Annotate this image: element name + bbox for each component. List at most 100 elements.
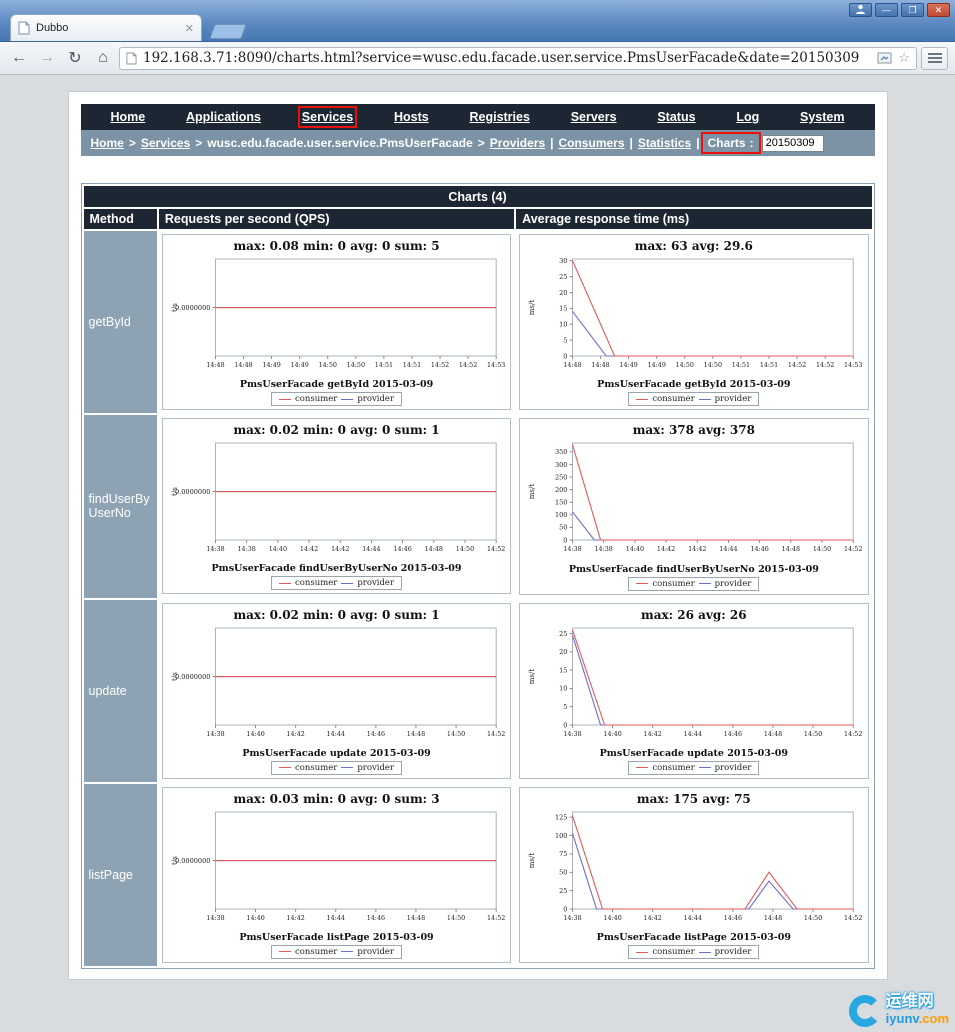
breadcrumb-home[interactable]: Home (91, 136, 124, 150)
consumer-dash-icon (636, 951, 649, 953)
main-nav: Home Applications Services Hosts Registr… (80, 104, 875, 130)
svg-text:14:50: 14:50 (676, 361, 694, 369)
svg-text:14:44: 14:44 (684, 914, 702, 922)
nav-item-hosts[interactable]: Hosts (394, 110, 429, 124)
tab-close-icon[interactable]: ✕ (185, 22, 194, 35)
breadcrumb-separator: > (195, 136, 203, 150)
date-input[interactable] (761, 134, 824, 152)
svg-text:25: 25 (559, 887, 567, 895)
maximize-button[interactable]: ❐ (901, 3, 924, 17)
svg-text:100: 100 (555, 832, 568, 840)
breadcrumb-providers[interactable]: Providers (490, 136, 545, 150)
svg-text:200: 200 (555, 486, 568, 494)
svg-text:14:48: 14:48 (564, 361, 582, 369)
breadcrumb-charts[interactable]: Charts : (700, 132, 761, 154)
svg-text:14:49: 14:49 (290, 361, 308, 369)
svg-text:14:46: 14:46 (367, 730, 385, 738)
svg-text:30: 30 (559, 257, 567, 265)
nav-item-home[interactable]: Home (111, 110, 146, 124)
nav-item-servers[interactable]: Servers (571, 110, 617, 124)
response-time-plot: 0 5 10 15 20 25 30 ms/t 14:48 14:48 14:49 14:49 14:5… (527, 257, 862, 369)
chart-caption: PmsUserFacade update 2015-03-09 (242, 747, 431, 759)
svg-text:14:50: 14:50 (456, 545, 474, 553)
table-row: getById max: 0.08 min: 0 avg: 0 sum: 5 0… (83, 231, 872, 414)
svg-text:15: 15 (559, 305, 567, 313)
address-bar[interactable]: 192.168.3.71:8090/charts.html?service=wu… (119, 46, 917, 70)
svg-text:100: 100 (555, 511, 568, 519)
svg-text:14:42: 14:42 (644, 914, 662, 922)
svg-text:14:51: 14:51 (375, 361, 393, 369)
svg-text:25: 25 (559, 273, 567, 281)
browser-tab[interactable]: Dubbo ✕ (10, 14, 202, 41)
charts-table-wrap: Charts (4) Method Requests per second (Q… (80, 183, 875, 969)
nav-item-applications[interactable]: Applications (186, 110, 261, 124)
svg-text:14:38: 14:38 (206, 730, 224, 738)
nav-item-system[interactable]: System (800, 110, 844, 124)
consumer-dash-icon (279, 398, 291, 400)
forward-button[interactable]: → (35, 49, 59, 67)
svg-text:14:46: 14:46 (393, 545, 411, 553)
nav-item-services[interactable]: Services (297, 106, 358, 128)
home-button[interactable]: ⌂ (91, 49, 115, 67)
refresh-button[interactable]: ↻ (63, 48, 87, 68)
consumer-dash-icon (279, 767, 291, 769)
svg-text:14:42: 14:42 (286, 914, 304, 922)
method-cell: listPage (83, 783, 157, 966)
response-time-chart: max: 175 avg: 75 0 25 50 75 100 125 ms/t 14:38 1… (519, 786, 869, 963)
svg-text:50: 50 (559, 524, 567, 532)
svg-text:14:51: 14:51 (760, 361, 778, 369)
breadcrumb-services[interactable]: Services (141, 136, 190, 150)
method-cell: getById (83, 231, 157, 414)
breadcrumb-consumers[interactable]: Consumers (558, 136, 624, 150)
breadcrumb: Home > Services > wusc.edu.facade.user.s… (80, 130, 875, 156)
nav-item-log[interactable]: Log (736, 110, 759, 124)
consumer-dash-icon (636, 767, 649, 769)
qps-chart: max: 0.03 min: 0 avg: 0 sum: 3 0.0000000… (161, 786, 512, 963)
svg-text:0: 0 (563, 352, 567, 360)
svg-text:14:44: 14:44 (326, 914, 344, 922)
column-header-method: Method (83, 209, 157, 229)
column-header-response-time: Average response time (ms) (516, 209, 872, 229)
svg-text:14:38: 14:38 (237, 545, 255, 553)
legend-provider-label: provider (714, 578, 752, 589)
chart-title: max: 0.08 min: 0 avg: 0 sum: 5 (233, 239, 440, 253)
svg-text:14:40: 14:40 (626, 545, 644, 553)
svg-text:14:38: 14:38 (564, 730, 582, 738)
account-button[interactable] (849, 3, 872, 17)
qps-plot: 0.0000000t/s 14:38 14:40 14:42 14:44 14:46 14:… (170, 627, 505, 738)
svg-text:14:52: 14:52 (816, 361, 834, 369)
provider-dash-icon (698, 951, 711, 953)
legend-provider-label: provider (714, 762, 752, 773)
nav-item-registries[interactable]: Registries (469, 110, 529, 124)
minimize-button[interactable]: — (875, 3, 898, 17)
close-button[interactable]: ✕ (927, 3, 950, 17)
svg-text:14:53: 14:53 (487, 361, 505, 369)
legend-provider-label: provider (357, 762, 395, 773)
legend-provider-label: provider (714, 394, 752, 405)
chart-title: max: 378 avg: 378 (632, 423, 755, 438)
new-tab-button[interactable] (209, 24, 247, 39)
method-cell: update (83, 599, 157, 782)
chart-caption: PmsUserFacade listPage 2015-03-09 (596, 932, 791, 943)
svg-text:14:52: 14:52 (788, 361, 806, 369)
svg-text:14:46: 14:46 (724, 730, 742, 738)
chart-legend: consumer provider (628, 945, 760, 959)
response-time-chart: max: 378 avg: 378 0 50 100 150 200 250 300 350 m… (519, 418, 869, 595)
back-button[interactable]: ← (7, 49, 31, 67)
menu-icon[interactable] (921, 46, 948, 70)
chart-caption: PmsUserFacade update 2015-03-09 (599, 747, 789, 759)
legend-provider-label: provider (357, 578, 395, 589)
snapshot-icon[interactable] (877, 52, 892, 64)
svg-text:14:49: 14:49 (620, 361, 638, 369)
svg-text:10: 10 (559, 321, 567, 329)
url-text[interactable]: 192.168.3.71:8090/charts.html?service=wu… (143, 50, 871, 66)
breadcrumb-separator: > (128, 136, 136, 150)
svg-text:0.0000000: 0.0000000 (175, 672, 210, 680)
breadcrumb-statistics[interactable]: Statistics (638, 136, 691, 150)
chart-title: max: 0.02 min: 0 avg: 0 sum: 1 (233, 607, 440, 622)
bookmark-star-icon[interactable]: ☆ (898, 50, 910, 66)
chart-caption: PmsUserFacade getById 2015-03-09 (597, 379, 791, 391)
svg-text:14:42: 14:42 (286, 730, 304, 738)
nav-item-status[interactable]: Status (657, 110, 695, 124)
response-time-plot: 0 50 100 150 200 250 300 350 ms/t 14:38 14:38 14:40… (527, 442, 863, 553)
